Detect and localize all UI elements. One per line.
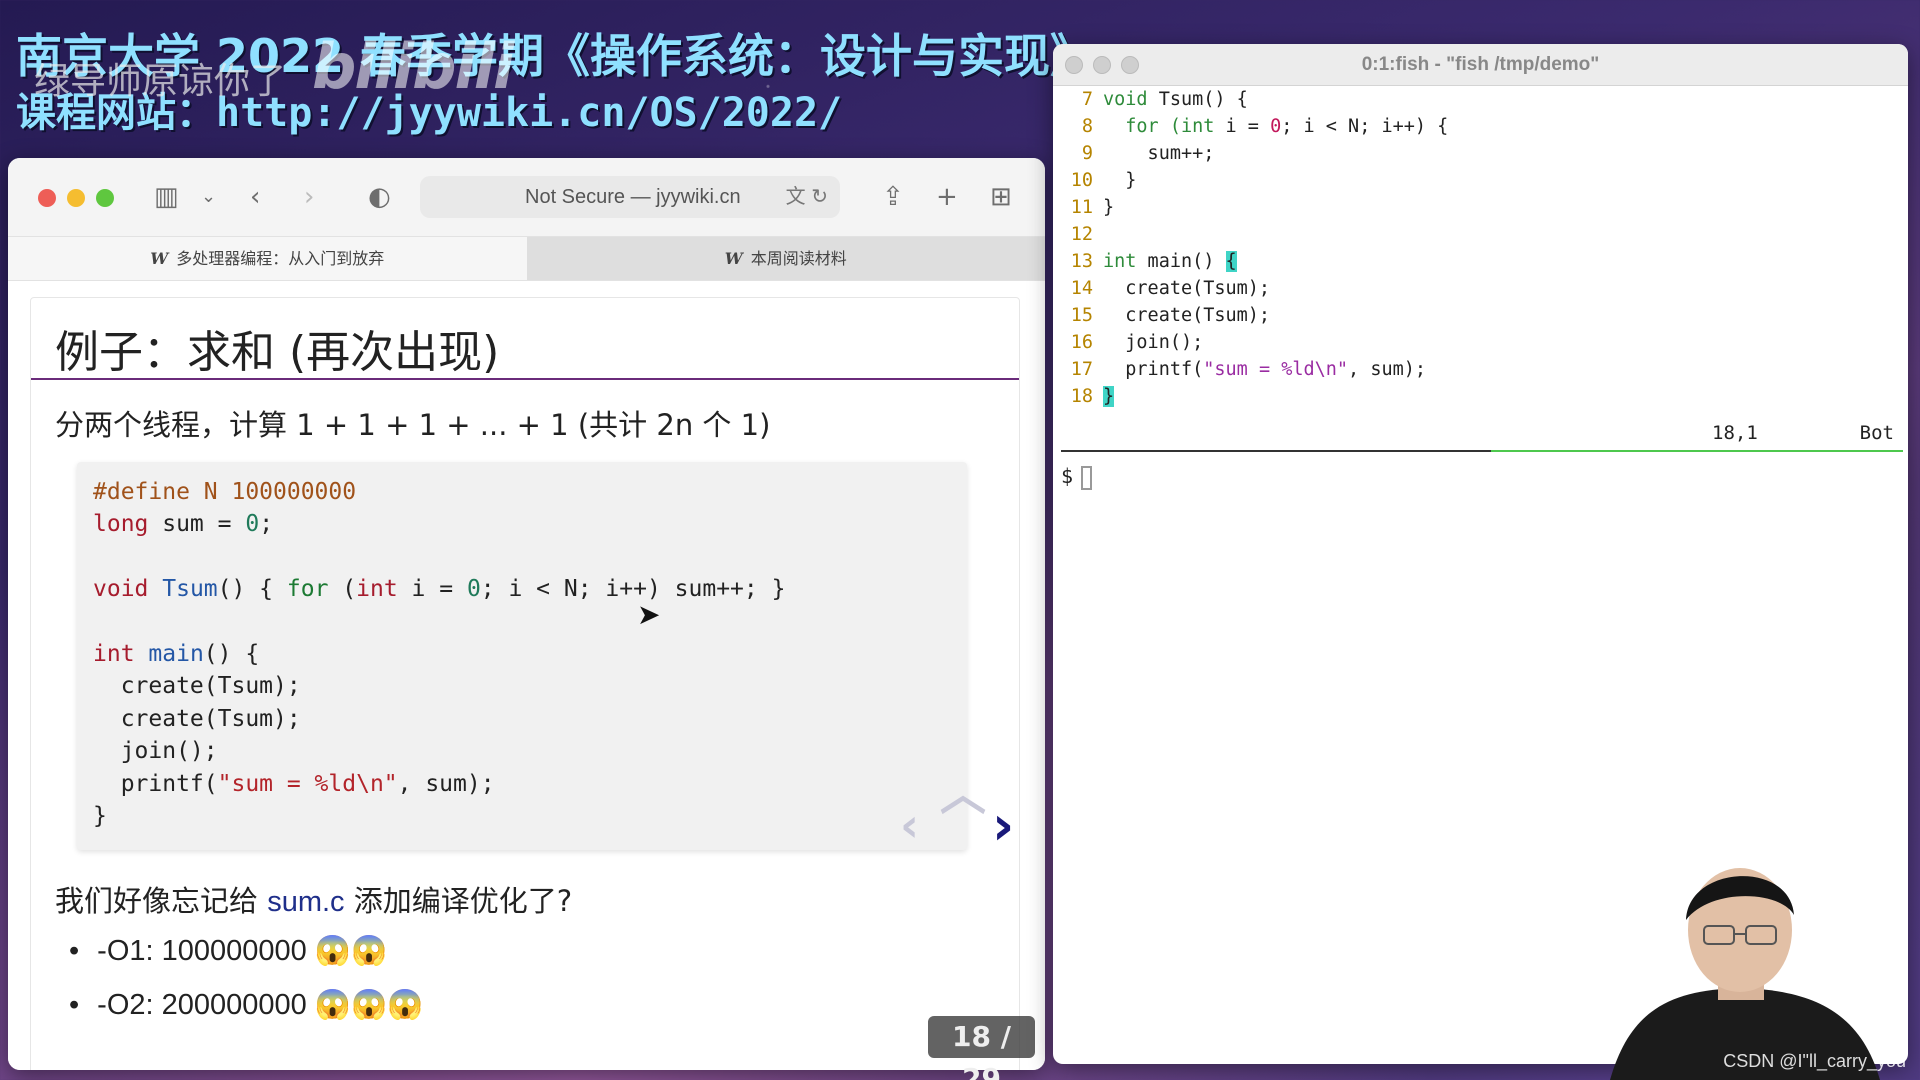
tab-multiprocessor[interactable]: W 多处理器编程：从入门到放弃 <box>8 237 527 280</box>
question-text: 我们好像忘记给 <box>55 884 268 918</box>
slide-subtitle: 分两个线程，计算 1 + 1 + 1 + ... + 1 (共计 2n 个 1) <box>55 408 771 442</box>
editor-line: 18} <box>1070 386 1115 407</box>
code-block: #define N 100000000 long sum = 0; void T… <box>77 462 967 850</box>
browser-toolbar: ▥ ⌄ ‹ › ◐ Not Secure — jyywiki.cn 文 ↻ ⇪ … <box>8 158 1045 236</box>
page-content: 例子：求和 (再次出现) 分两个线程，计算 1 + 1 + 1 + ... + … <box>8 281 1045 1070</box>
address-text: Not Secure — jyywiki.cn <box>525 186 741 208</box>
close-terminal-button[interactable] <box>1065 56 1083 74</box>
forward-arrow-icon[interactable]: › <box>304 180 314 214</box>
editor-line: 17 printf("sum = %ld\n", sum); <box>1070 359 1427 380</box>
sidebar-toggle-icon[interactable]: ▥ <box>154 180 179 214</box>
editor-line: 11} <box>1070 197 1115 218</box>
editor-line: 15 create(Tsum); <box>1070 305 1271 326</box>
tab-weekly-reading[interactable]: W 本周阅读材料 <box>526 237 1045 280</box>
code-line: void Tsum() { for (int i = 0; i < N; i++… <box>93 576 786 603</box>
close-window-button[interactable] <box>38 189 56 207</box>
slide-title: 例子：求和 (再次出现) <box>31 298 1019 380</box>
wiki-w-icon: W <box>724 249 743 268</box>
result-bullet-o2: -O2: 200000000 😱😱😱 <box>69 988 423 1022</box>
tab-label: 本周阅读材料 <box>750 249 847 268</box>
vim-status-line: 18,1 Bot <box>1053 416 1908 450</box>
editor-line: 12 <box>1070 224 1093 245</box>
slide-navigation: ︿ ‹ › <box>900 760 1040 900</box>
code-line: join(); <box>93 738 218 765</box>
share-icon[interactable]: ⇪ <box>882 180 904 214</box>
terminal-window-controls <box>1065 56 1139 74</box>
slide: 例子：求和 (再次出现) 分两个线程，计算 1 + 1 + 1 + ... + … <box>30 297 1020 1070</box>
page-indicator: 18 / 29 <box>928 1016 1035 1080</box>
terminal-title: 0:1:fish - "fish /tmp/demo" <box>1361 54 1600 75</box>
code-line: printf("sum = %ld\n", sum); <box>93 770 495 797</box>
chevron-down-icon[interactable]: ⌄ <box>201 180 216 214</box>
browser-window: ▥ ⌄ ‹ › ◐ Not Secure — jyywiki.cn 文 ↻ ⇪ … <box>8 158 1045 1070</box>
slide-question: 我们好像忘记给 sum.c 添加编译优化了? <box>55 878 572 920</box>
editor-line: 13 int main() { <box>1070 251 1237 272</box>
privacy-shield-icon[interactable]: ◐ <box>368 180 391 214</box>
result-bullet-o1: -O1: 100000000 😱😱 <box>69 934 387 968</box>
zoom-window-button[interactable] <box>96 189 114 207</box>
code-line: create(Tsum); <box>93 673 301 700</box>
editor-line: 7 void Tsum() { <box>1081 89 1248 110</box>
tab-label: 多处理器编程：从入门到放弃 <box>176 249 385 268</box>
terminal-titlebar: 0:1:fish - "fish /tmp/demo" <box>1053 44 1908 86</box>
wiki-w-icon: W <box>150 249 169 268</box>
code-line: long sum = 0; <box>93 511 274 538</box>
pane-separator[interactable] <box>1061 450 1903 453</box>
tab-overview-icon[interactable]: ⊞ <box>990 180 1012 214</box>
code-line: #define N 100000000 <box>93 479 357 505</box>
nav-up-icon[interactable]: ︿ <box>940 758 986 824</box>
site-url: http://jyywiki.cn/OS/2022/ <box>216 90 843 136</box>
editor-line: 10 } <box>1070 170 1137 191</box>
csdn-watermark: CSDN @I"ll_carry_you <box>1723 1051 1906 1071</box>
editor-line: 8 for (int i = 0; i < N; i++) { <box>1081 116 1449 137</box>
editor-line: 9 sum++; <box>1081 143 1215 164</box>
translate-icon[interactable]: 文 <box>786 186 806 208</box>
minimize-terminal-button[interactable] <box>1093 56 1111 74</box>
cursor-position: 18,1 <box>1712 422 1758 444</box>
code-line: int main() { <box>93 641 260 668</box>
reload-icon[interactable]: ↻ <box>811 186 828 208</box>
minimize-window-button[interactable] <box>67 189 85 207</box>
vim-buffer[interactable]: 7 void Tsum() { 8 for (int i = 0; i < N; … <box>1053 86 1908 410</box>
window-controls <box>38 189 114 207</box>
tab-bar: W 多处理器编程：从入门到放弃 W 本周阅读材料 <box>8 236 1045 281</box>
text-cursor <box>1081 465 1093 490</box>
zoom-terminal-button[interactable] <box>1121 56 1139 74</box>
webcam-presenter <box>1610 868 1880 1080</box>
sum-c-link[interactable]: sum.c <box>267 886 344 918</box>
back-arrow-icon[interactable]: ‹ <box>250 180 260 214</box>
bilibili-logo: bilibili <box>312 30 514 103</box>
mouse-cursor-icon: ➤ <box>637 598 661 631</box>
question-text: 添加编译优化了? <box>344 884 573 918</box>
shell-prompt[interactable]: $ <box>1061 464 1093 490</box>
scroll-position: Bot <box>1859 422 1894 444</box>
address-bar[interactable]: Not Secure — jyywiki.cn 文 ↻ <box>420 176 840 218</box>
nav-left-icon[interactable]: ‹ <box>900 798 919 852</box>
code-line: } <box>93 803 107 830</box>
nav-right-icon[interactable]: › <box>992 794 1014 857</box>
code-line: create(Tsum); <box>93 705 301 732</box>
danmaku-comment: 绿导师原谅你了 <box>34 61 287 102</box>
editor-line: 14 create(Tsum); <box>1070 278 1271 299</box>
new-tab-icon[interactable]: + <box>936 180 958 214</box>
editor-line: 16 join(); <box>1070 332 1204 353</box>
